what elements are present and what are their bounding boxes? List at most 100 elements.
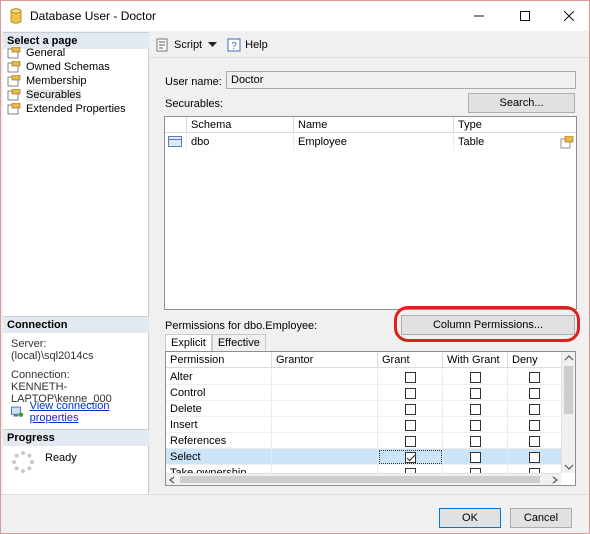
user-name-field[interactable]: Doctor <box>226 71 576 89</box>
permission-row[interactable]: Take ownership <box>166 465 561 473</box>
page-item-label: Securables <box>26 89 82 101</box>
permissions-tabs: Explicit Effective <box>165 334 266 351</box>
close-icon <box>564 11 574 21</box>
deny-checkbox[interactable] <box>529 387 540 399</box>
properties-icon[interactable] <box>560 136 574 149</box>
column-header-name[interactable]: Name <box>294 117 454 133</box>
page-item-general[interactable]: General <box>7 46 65 60</box>
page-item-membership[interactable]: Membership <box>7 74 87 88</box>
column-header-with-grant[interactable]: With Grant <box>443 352 508 368</box>
cell-permission: Control <box>166 385 272 401</box>
cell-deny <box>508 465 561 473</box>
column-header-permission[interactable]: Permission <box>166 352 272 368</box>
deny-checkbox[interactable] <box>529 435 540 447</box>
scroll-left-icon[interactable] <box>166 474 178 486</box>
minimize-button[interactable] <box>457 1 501 31</box>
page-item-label: Extended Properties <box>26 103 126 115</box>
page-item-label: General <box>26 47 66 59</box>
permission-row[interactable]: Control <box>166 385 561 401</box>
right-pane: Script ? Help User name: Doctor Securabl… <box>150 32 588 494</box>
grant-checkbox[interactable] <box>404 435 416 447</box>
table-row[interactable]: dbo Employee Table <box>165 134 576 150</box>
permission-row[interactable]: Insert <box>166 417 561 433</box>
cell-grant <box>378 449 443 465</box>
with-grant-checkbox[interactable] <box>469 451 481 463</box>
progress-spinner-icon <box>12 451 34 473</box>
cancel-button[interactable]: Cancel <box>510 508 572 528</box>
scroll-up-icon[interactable] <box>562 352 576 364</box>
with-grant-checkbox[interactable] <box>469 371 481 383</box>
column-header-grantor[interactable]: Grantor <box>272 352 378 368</box>
cell-grantor <box>272 465 378 473</box>
page-item-label: Owned Schemas <box>26 61 110 73</box>
cell-grant <box>378 401 443 417</box>
permission-row[interactable]: References <box>166 433 561 449</box>
close-button[interactable] <box>547 1 590 31</box>
deny-checkbox[interactable] <box>529 403 540 415</box>
scroll-down-icon[interactable] <box>562 461 576 473</box>
grant-checkbox[interactable] <box>404 387 416 399</box>
grant-checkbox[interactable] <box>404 403 416 415</box>
deny-checkbox[interactable] <box>529 419 540 431</box>
cell-permission: Insert <box>166 417 272 433</box>
permission-row[interactable]: Alter <box>166 369 561 385</box>
column-header-schema[interactable]: Schema <box>187 117 294 133</box>
cell-grantor <box>272 433 378 449</box>
permissions-grid[interactable]: Permission Grantor Grant With Grant Deny… <box>165 351 576 486</box>
cell-with-grant <box>443 449 508 465</box>
with-grant-checkbox[interactable] <box>469 403 481 415</box>
cell-with-grant <box>443 465 508 473</box>
cell-with-grant <box>443 385 508 401</box>
column-header-type[interactable]: Type <box>454 117 576 133</box>
maximize-button[interactable] <box>503 1 547 31</box>
with-grant-checkbox[interactable] <box>469 435 481 447</box>
help-button[interactable]: ? Help <box>227 38 268 52</box>
horizontal-scrollbar[interactable] <box>166 473 561 485</box>
grant-checkbox[interactable] <box>404 451 416 463</box>
grant-checkbox[interactable] <box>404 419 416 431</box>
server-value: (local)\sql2014cs <box>11 350 94 362</box>
permission-row[interactable]: Select <box>166 449 561 465</box>
cell-with-grant <box>443 433 508 449</box>
cell-name: Employee <box>294 134 454 150</box>
cell-deny <box>508 417 561 433</box>
vertical-scrollbar[interactable] <box>561 352 575 473</box>
server-label: Server: <box>11 338 47 350</box>
securables-grid[interactable]: Schema Name Type dbo Employee Table <box>164 116 577 310</box>
securables-label: Securables: <box>165 98 224 110</box>
cell-permission: References <box>166 433 272 449</box>
search-button[interactable]: Search... <box>468 93 575 113</box>
vertical-scroll-thumb[interactable] <box>564 366 573 414</box>
deny-checkbox[interactable] <box>529 451 540 463</box>
with-grant-checkbox[interactable] <box>469 419 481 431</box>
title-bar[interactable]: Database User - Doctor <box>1 1 589 31</box>
permission-row[interactable]: Delete <box>166 401 561 417</box>
cell-grant <box>378 465 443 473</box>
page-item-extended-properties[interactable]: Extended Properties <box>7 102 126 116</box>
database-user-window: Database User - Doctor Select a page Gen… <box>0 0 590 534</box>
permissions-for-label: Permissions for dbo.Employee: <box>165 320 318 332</box>
left-pane: Select a page General Owned Schemas Memb… <box>3 32 149 494</box>
tab-explicit[interactable]: Explicit <box>165 334 212 351</box>
column-header-deny[interactable]: Deny <box>508 352 561 368</box>
page-item-owned-schemas[interactable]: Owned Schemas <box>7 60 110 74</box>
page-item-securables[interactable]: Securables <box>7 88 82 102</box>
grant-checkbox[interactable] <box>404 371 416 383</box>
tab-effective[interactable]: Effective <box>211 334 266 351</box>
progress-status: Ready <box>45 452 77 464</box>
database-icon <box>10 8 22 24</box>
deny-checkbox[interactable] <box>529 371 540 383</box>
with-grant-checkbox[interactable] <box>469 387 481 399</box>
ok-button[interactable]: OK <box>439 508 501 528</box>
row-indicator <box>165 134 187 150</box>
wrench-page-icon <box>7 103 21 115</box>
horizontal-scroll-thumb[interactable] <box>180 476 540 483</box>
cell-grant <box>378 417 443 433</box>
toolbar: Script ? Help <box>150 32 588 58</box>
view-connection-properties-link[interactable]: View connection properties <box>11 400 148 424</box>
scroll-right-icon[interactable] <box>549 474 561 486</box>
script-button[interactable]: Script <box>156 38 218 52</box>
cell-grant <box>378 385 443 401</box>
column-header-grant[interactable]: Grant <box>378 352 443 368</box>
cell-grantor <box>272 369 378 385</box>
